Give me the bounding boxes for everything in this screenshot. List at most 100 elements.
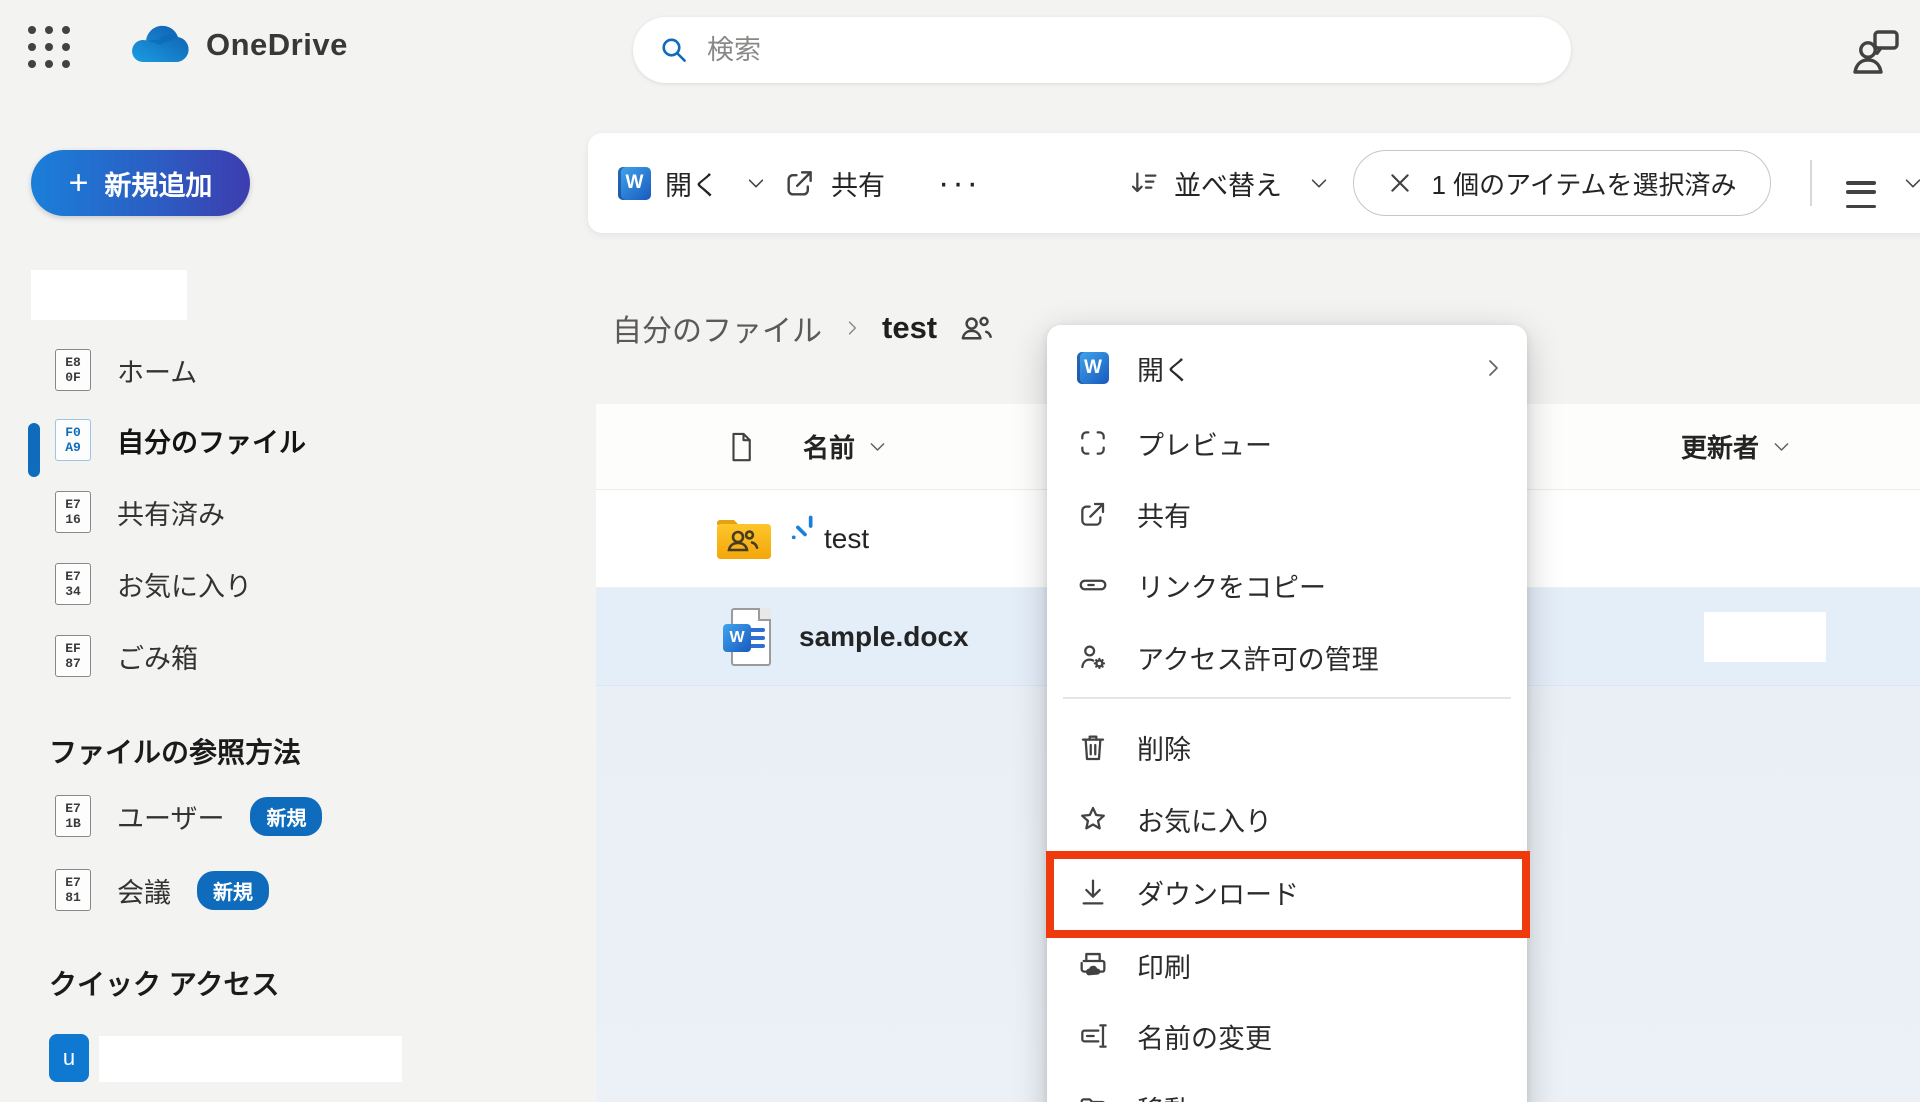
search-icon bbox=[659, 35, 689, 65]
download-icon bbox=[1077, 876, 1109, 908]
menu-item-label: 印刷 bbox=[1137, 946, 1191, 985]
delete-icon bbox=[1077, 731, 1109, 763]
menu-item-rename[interactable]: 名前の変更 bbox=[1047, 1000, 1527, 1072]
share-icon bbox=[783, 166, 817, 200]
toolbar-divider bbox=[1810, 160, 1812, 206]
more-commands-button[interactable]: ··· bbox=[938, 133, 981, 233]
menu-item-delete[interactable]: 削除 bbox=[1047, 711, 1527, 783]
rename-icon bbox=[1077, 1020, 1109, 1052]
onedrive-cloud-icon bbox=[128, 24, 190, 66]
quick-access-site-tile[interactable]: u bbox=[49, 1034, 89, 1082]
document-type-column-icon[interactable] bbox=[726, 430, 756, 464]
word-icon: W bbox=[618, 167, 651, 200]
chevron-down-icon bbox=[867, 436, 888, 457]
onedrive-logo[interactable]: OneDrive bbox=[128, 24, 348, 66]
menu-item-print[interactable]: 印刷 bbox=[1047, 929, 1527, 1001]
chevron-down-icon bbox=[745, 172, 767, 194]
open-label: 開く bbox=[665, 164, 719, 203]
menu-divider bbox=[1063, 697, 1511, 699]
chevron-down-icon bbox=[1771, 436, 1792, 457]
menu-item-copy-link[interactable]: リンクをコピー bbox=[1047, 549, 1527, 621]
menu-item-label: リンクをコピー bbox=[1137, 566, 1326, 605]
favorites-icon: E734 bbox=[55, 563, 91, 605]
redacted-account-block bbox=[31, 270, 187, 320]
menu-item-move[interactable]: 移動 bbox=[1047, 1072, 1527, 1102]
view-options-button[interactable] bbox=[1846, 133, 1920, 233]
menu-item-preview[interactable]: プレビュー bbox=[1047, 407, 1527, 479]
breadcrumb-my-files[interactable]: 自分のファイル bbox=[612, 306, 822, 350]
share-button[interactable]: 共有 bbox=[783, 133, 885, 233]
sidebar-item-label: ユーザー bbox=[117, 797, 224, 836]
file-context-menu: W 開く プレビュー 共有 リンクをコピー bbox=[1047, 325, 1527, 1102]
menu-item-label: 削除 bbox=[1137, 728, 1191, 767]
column-header-name[interactable]: 名前 bbox=[803, 428, 855, 465]
menu-item-label: お気に入り bbox=[1137, 800, 1272, 839]
sidebar-item-shared[interactable]: E716 共有済み bbox=[0, 482, 480, 542]
chevron-right-icon bbox=[842, 318, 862, 338]
search-input[interactable] bbox=[707, 35, 1545, 66]
menu-item-manage-access[interactable]: アクセス許可の管理 bbox=[1047, 621, 1527, 693]
sidebar-item-my-files[interactable]: F0A9 自分のファイル bbox=[0, 410, 480, 470]
chevron-down-icon bbox=[1308, 172, 1330, 194]
new-badge: 新規 bbox=[250, 797, 322, 836]
onedrive-app: OneDrive W 開く 共有 ··· bbox=[0, 0, 1920, 1102]
file-name[interactable]: sample.docx bbox=[799, 621, 969, 653]
search-bar[interactable] bbox=[633, 17, 1571, 83]
favorite-star-icon bbox=[1077, 803, 1109, 835]
sidebar-item-people[interactable]: E71B ユーザー 新規 bbox=[0, 786, 480, 846]
selection-count-pill[interactable]: 1 個のアイテムを選択済み bbox=[1353, 150, 1771, 216]
sidebar-item-label: ホーム bbox=[117, 351, 197, 390]
sidebar-item-home[interactable]: E80F ホーム bbox=[0, 340, 480, 400]
sidebar-item-recycle-bin[interactable]: EF87 ごみ箱 bbox=[0, 626, 480, 686]
home-icon: E80F bbox=[55, 349, 91, 391]
copy-link-icon bbox=[1077, 569, 1109, 601]
command-toolbar: W 開く 共有 ··· 並べ替え 1 個のアイテムを選択済 bbox=[588, 133, 1920, 233]
menu-item-label: アクセス許可の管理 bbox=[1137, 638, 1379, 677]
my-files-icon: F0A9 bbox=[55, 419, 91, 461]
sidebar-item-favorites[interactable]: E734 お気に入り bbox=[0, 554, 480, 614]
feedback-button[interactable] bbox=[1846, 24, 1906, 78]
add-new-button[interactable]: + 新規追加 bbox=[31, 150, 250, 216]
shared-icon: E716 bbox=[55, 491, 91, 533]
menu-item-label: 共有 bbox=[1137, 495, 1191, 534]
new-item-sparkle-icon bbox=[788, 509, 822, 543]
menu-item-favorite[interactable]: お気に入り bbox=[1047, 783, 1527, 855]
sort-label: 並べ替え bbox=[1174, 164, 1282, 203]
share-icon bbox=[1077, 498, 1109, 530]
open-button[interactable]: W 開く bbox=[618, 133, 767, 233]
breadcrumb-current-folder[interactable]: test bbox=[882, 310, 937, 346]
sidebar-item-label: お気に入り bbox=[117, 565, 252, 604]
dismiss-selection-icon[interactable] bbox=[1387, 170, 1413, 196]
app-launcher-icon[interactable] bbox=[28, 26, 72, 70]
sidebar-item-label: 共有済み bbox=[117, 493, 225, 532]
sidebar-item-meetings[interactable]: E781 会議 新規 bbox=[0, 860, 480, 920]
new-badge: 新規 bbox=[197, 871, 269, 910]
share-label: 共有 bbox=[831, 164, 885, 203]
menu-item-label: 名前の変更 bbox=[1137, 1017, 1272, 1056]
file-name[interactable]: test bbox=[824, 523, 869, 555]
redacted-site-name-block bbox=[99, 1036, 402, 1082]
menu-item-label: ダウンロード bbox=[1137, 873, 1299, 912]
word-document-icon: W bbox=[723, 608, 771, 666]
menu-item-download[interactable]: ダウンロード bbox=[1047, 856, 1527, 928]
move-icon bbox=[1077, 1092, 1109, 1102]
breadcrumb: 自分のファイル test bbox=[612, 306, 995, 350]
sort-button[interactable]: 並べ替え bbox=[1128, 133, 1330, 233]
meetings-icon: E781 bbox=[55, 869, 91, 911]
column-header-modified-by[interactable]: 更新者 bbox=[1681, 428, 1759, 465]
sidebar-item-label: 会議 bbox=[117, 871, 171, 910]
submenu-chevron-right-icon bbox=[1481, 356, 1505, 380]
add-new-label: 新規追加 bbox=[104, 164, 212, 203]
menu-item-label: 移動 bbox=[1137, 1089, 1191, 1102]
recycle-bin-icon: EF87 bbox=[55, 635, 91, 677]
manage-access-icon bbox=[1077, 641, 1109, 673]
sidebar-item-label: ごみ箱 bbox=[117, 637, 198, 676]
sort-icon bbox=[1128, 167, 1160, 199]
menu-item-label: 開く bbox=[1137, 349, 1191, 388]
preview-icon bbox=[1077, 427, 1109, 459]
redacted-modified-by-value bbox=[1704, 612, 1826, 662]
browse-files-section-title: ファイルの参照方法 bbox=[49, 731, 301, 771]
menu-item-open[interactable]: W 開く bbox=[1047, 332, 1527, 404]
site-initial: u bbox=[63, 1045, 75, 1071]
menu-item-share[interactable]: 共有 bbox=[1047, 478, 1527, 550]
